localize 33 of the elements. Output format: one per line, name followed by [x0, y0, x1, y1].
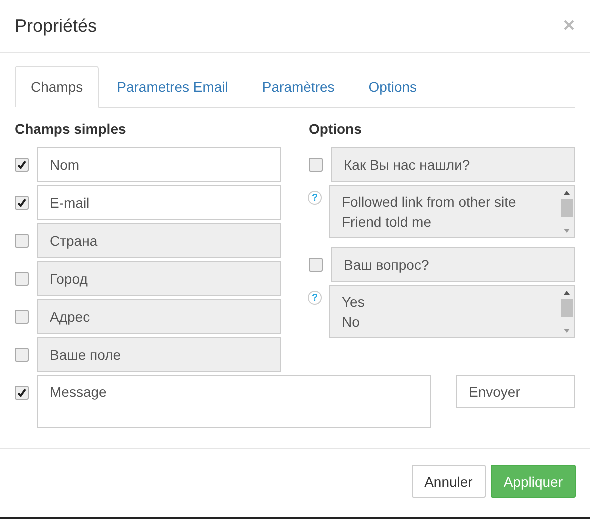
- checkbox[interactable]: [15, 386, 29, 400]
- checkbox[interactable]: [15, 348, 29, 362]
- tab[interactable]: Champs: [15, 66, 100, 108]
- tab[interactable]: Paramètres: [246, 66, 351, 108]
- answers-list[interactable]: Followed link from other site Friend told me: [329, 185, 575, 238]
- answer-option: No: [342, 314, 548, 330]
- checkbox[interactable]: [309, 158, 323, 172]
- field-name-input[interactable]: Ваше поле: [37, 337, 281, 372]
- section-heading: Options: [309, 121, 363, 139]
- question-input[interactable]: Как Вы нас нашли?: [331, 147, 575, 182]
- field-name-input[interactable]: E-mail: [37, 185, 281, 220]
- tab[interactable]: Options: [352, 66, 434, 108]
- question-input[interactable]: Ваш вопрос?: [331, 247, 575, 282]
- answer-option: Yes: [342, 294, 548, 310]
- section-heading: Champs simples: [15, 121, 128, 139]
- answer-option: Followed link from other site: [342, 194, 548, 210]
- checkbox[interactable]: [15, 272, 29, 286]
- message-input[interactable]: Message: [37, 375, 431, 428]
- field-name-input[interactable]: Город: [37, 261, 281, 296]
- checkbox[interactable]: [309, 258, 323, 272]
- checkbox[interactable]: [15, 234, 29, 248]
- tab[interactable]: Parametres Email: [101, 66, 244, 108]
- field-name-input[interactable]: Страна: [37, 223, 281, 258]
- checkbox[interactable]: [15, 158, 29, 172]
- dialog-title: Propriétés: [15, 16, 98, 36]
- checkbox[interactable]: [15, 310, 29, 324]
- answers-list[interactable]: Yes No: [329, 285, 575, 338]
- field-name-input[interactable]: Адрес: [37, 299, 281, 334]
- field-name-input[interactable]: Nom: [37, 147, 281, 182]
- checkbox[interactable]: [15, 196, 29, 210]
- cancel-button[interactable]: Annuler: [412, 465, 486, 498]
- answer-option: Friend told me: [342, 214, 548, 230]
- send-button[interactable]: Envoyer: [456, 375, 575, 408]
